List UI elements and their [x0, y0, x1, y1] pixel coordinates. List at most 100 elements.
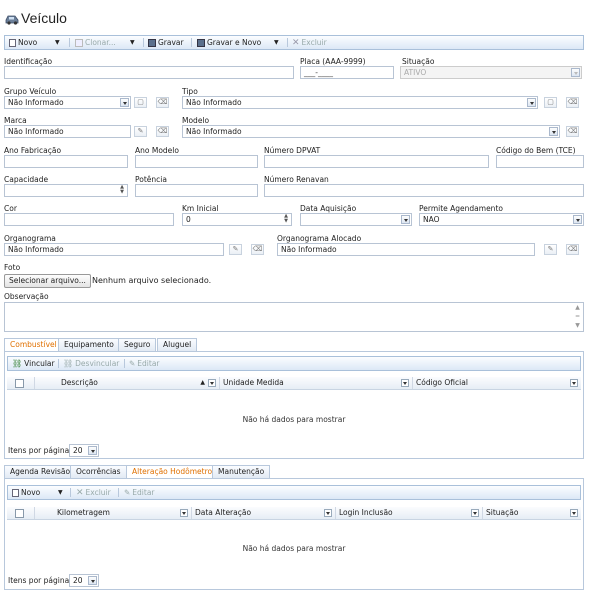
modelo-select[interactable]: Não Informado [182, 125, 560, 138]
gravar-dropdown-icon[interactable]: ▼ [274, 36, 279, 49]
cor-field[interactable] [4, 213, 174, 226]
page-size-select[interactable]: 20 [69, 574, 99, 587]
eraser-icon[interactable]: ⌫ [156, 97, 169, 108]
tipo-select[interactable]: Não Informado [182, 96, 538, 109]
textarea-scrollbar[interactable]: ▲ ═ ▼ [572, 303, 583, 331]
column-menu-icon[interactable] [570, 379, 578, 387]
organograma-alocado-select[interactable]: Não Informado [277, 243, 535, 256]
chevron-down-icon[interactable] [527, 98, 536, 107]
spinner-icon[interactable]: ▲ ▼ [118, 185, 126, 196]
ano-modelo-field[interactable] [135, 155, 258, 168]
toolbar-separator [58, 359, 59, 368]
organograma-label: Organograma [4, 234, 56, 243]
edit-icon[interactable]: ✎ [134, 126, 147, 137]
tab-combustivel[interactable]: Combustível [4, 338, 63, 352]
identificacao-field[interactable] [4, 66, 294, 79]
editar-button[interactable]: ✎ Editar [129, 357, 160, 370]
organograma-select[interactable]: Não Informado [4, 243, 224, 256]
select-all-checkbox[interactable] [15, 509, 24, 518]
chevron-down-icon[interactable] [549, 127, 558, 136]
new-item-icon[interactable]: ▢ [544, 97, 557, 108]
clonar-dropdown-icon[interactable]: ▼ [130, 36, 135, 49]
chevron-down-icon[interactable] [573, 215, 582, 224]
tab-agenda-revisao[interactable]: Agenda Revisão [4, 465, 77, 478]
column-descricao[interactable]: Descrição ▲ [34, 377, 219, 389]
grid2-novo-button[interactable]: Novo [12, 486, 40, 499]
gravar-button[interactable]: Gravar [148, 36, 184, 49]
edit-icon: ✎ [124, 488, 131, 497]
vincular-button[interactable]: ⛓ Vincular [12, 357, 55, 370]
select-file-button[interactable]: Selecionar arquivo... [4, 274, 91, 288]
column-menu-icon[interactable] [570, 509, 578, 517]
tab-manutencao[interactable]: Manutenção [212, 465, 271, 478]
grid2-editar-button[interactable]: ✎ Editar [124, 486, 155, 499]
capacidade-field[interactable]: ▲ ▼ [4, 184, 128, 197]
empty-message: Não há dados para mostrar [242, 415, 346, 424]
gravar-e-novo-button[interactable]: Gravar e Novo [197, 36, 261, 49]
grid1-toolbar: ⛓ Vincular ⛓ Desvincular ✎ Editar [7, 356, 581, 371]
km-inicial-label: Km Inicial [182, 204, 219, 213]
clonar-button[interactable]: Clonar... [75, 36, 116, 49]
file-status-text: Nenhum arquivo selecionado. [92, 276, 212, 285]
tab-seguro[interactable]: Seguro [118, 338, 157, 351]
permite-agendamento-select[interactable]: NAO [419, 213, 584, 226]
spinner-icon[interactable]: ▲ ▼ [282, 214, 290, 225]
calendar-dropdown-icon[interactable] [401, 215, 410, 224]
edit-icon[interactable]: ✎ [544, 244, 557, 255]
column-kilometragem[interactable]: Kilometragem [34, 507, 191, 519]
edit-icon[interactable]: ✎ [229, 244, 242, 255]
desvincular-button[interactable]: ⛓ Desvincular [63, 357, 119, 370]
column-login-inclusao[interactable]: Login Inclusão [335, 507, 482, 519]
identificacao-label: Identificação [4, 57, 53, 66]
column-menu-icon[interactable] [324, 509, 332, 517]
novo-dropdown-icon[interactable]: ▼ [58, 486, 63, 499]
hodometro-panel: Novo ▼ ✕ Excluir ✎ Editar Kilometragem Dat… [4, 478, 584, 590]
grid2-excluir-button[interactable]: ✕ Excluir [76, 486, 111, 499]
novo-button[interactable]: Novo [9, 36, 37, 49]
column-data-alteracao[interactable]: Data Alteração [191, 507, 335, 519]
chevron-down-icon[interactable] [120, 98, 129, 107]
column-situacao[interactable]: Situação [482, 507, 581, 519]
page-size-select[interactable]: 20 [69, 444, 99, 457]
column-menu-icon[interactable] [208, 379, 216, 387]
toolbar-separator [191, 38, 192, 47]
observacao-textarea[interactable] [4, 302, 584, 332]
numero-dpvat-field[interactable] [264, 155, 489, 168]
codigo-bem-field[interactable] [496, 155, 584, 168]
eraser-icon[interactable]: ⌫ [156, 126, 169, 137]
ano-fabricacao-label: Ano Fabricação [4, 146, 62, 155]
column-menu-icon[interactable] [471, 509, 479, 517]
column-menu-icon[interactable] [180, 509, 188, 517]
column-menu-icon[interactable] [401, 379, 409, 387]
potencia-field[interactable] [135, 184, 258, 197]
chevron-down-icon [88, 446, 97, 455]
empty-message: Não há dados para mostrar [242, 544, 346, 553]
tab-alteracao-hodometro[interactable]: Alteração Hodômetro [126, 465, 219, 479]
new-item-icon[interactable]: ▢ [134, 97, 147, 108]
tab-aluguel[interactable]: Aluguel [157, 338, 198, 351]
novo-dropdown-icon[interactable]: ▼ [55, 36, 60, 49]
situacao-select[interactable]: ATIVO [400, 66, 582, 79]
marca-select[interactable]: Não Informado [4, 125, 131, 138]
tab-equipamento[interactable]: Equipamento [58, 338, 120, 351]
eraser-icon[interactable]: ⌫ [251, 244, 264, 255]
grupo-veiculo-select[interactable]: Não Informado [4, 96, 131, 109]
data-aquisicao-field[interactable] [300, 213, 412, 226]
ano-fabricacao-field[interactable] [4, 155, 128, 168]
eraser-icon[interactable]: ⌫ [566, 244, 579, 255]
delete-icon: ✕ [292, 38, 300, 48]
select-all-checkbox[interactable] [15, 379, 24, 388]
km-inicial-field[interactable]: 0 ▲ ▼ [182, 213, 292, 226]
excluir-button[interactable]: ✕ Excluir [292, 36, 327, 49]
numero-renavan-field[interactable] [264, 184, 584, 197]
toolbar-separator [287, 38, 288, 47]
car-icon [5, 15, 19, 25]
column-codigo-oficial[interactable]: Código Oficial [412, 377, 581, 389]
tab-ocorrencias[interactable]: Ocorrências [70, 465, 127, 478]
foto-label: Foto [4, 263, 21, 272]
eraser-icon[interactable]: ⌫ [566, 126, 579, 137]
column-unidade-medida[interactable]: Unidade Medida [219, 377, 412, 389]
placa-field[interactable]: ___-____ [300, 66, 394, 79]
eraser-icon[interactable]: ⌫ [566, 97, 579, 108]
chevron-down-icon [571, 68, 580, 77]
